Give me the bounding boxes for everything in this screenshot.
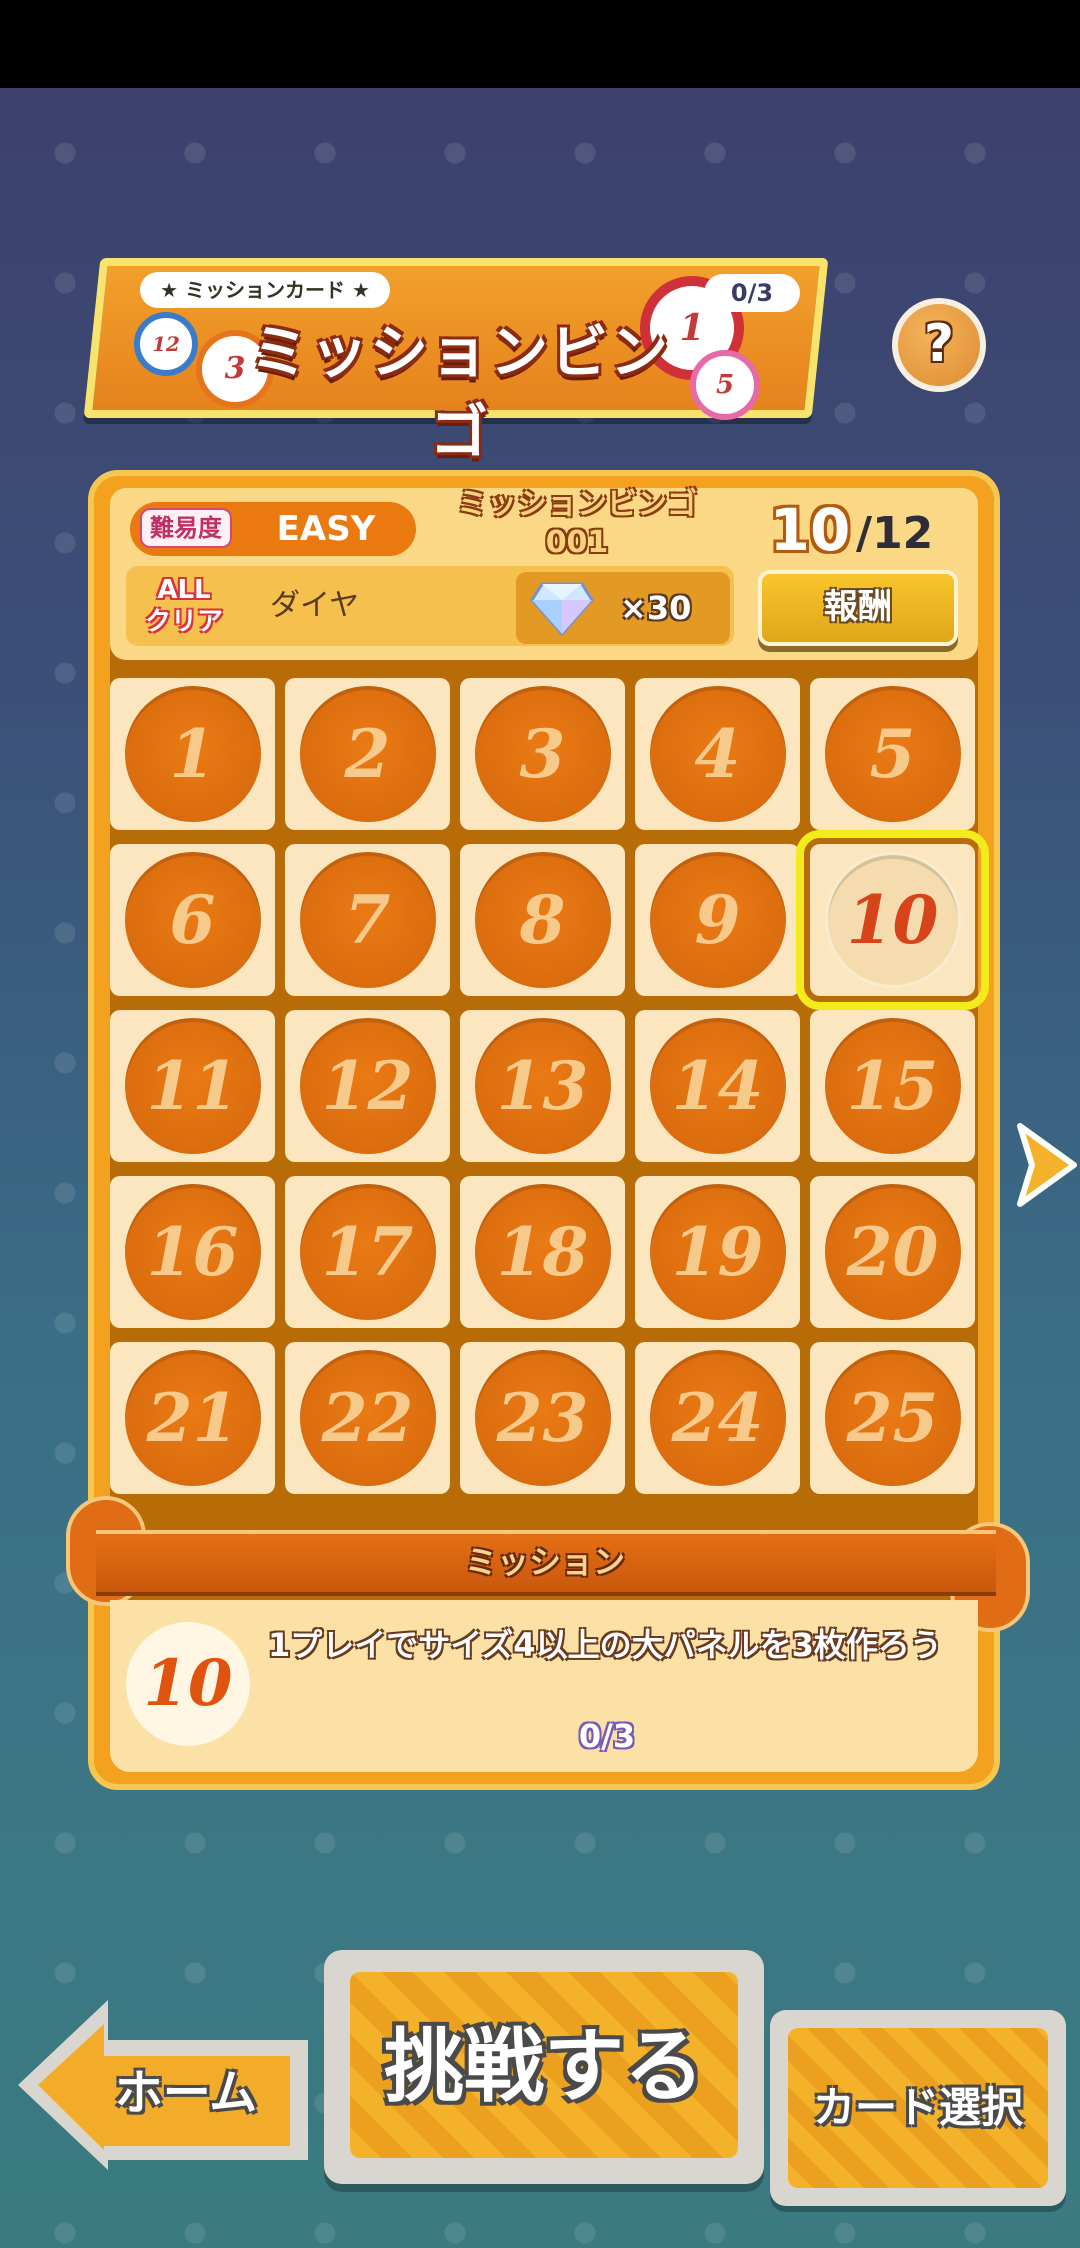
bingo-cell-number: 23 — [496, 1379, 589, 1457]
bingo-cell-14[interactable]: 14 — [635, 1010, 800, 1162]
bingo-cell-number: 4 — [694, 715, 741, 793]
bingo-cell-7[interactable]: 7 — [285, 844, 450, 996]
bingo-cell-number: 25 — [846, 1379, 939, 1457]
bingo-cell-21[interactable]: 21 — [110, 1342, 275, 1494]
bingo-cell-1[interactable]: 1 — [110, 678, 275, 830]
bingo-cell-20[interactable]: 20 — [810, 1176, 975, 1328]
title-subtitle: ★ ミッションカード ★ — [140, 272, 390, 308]
bingo-cell-24[interactable]: 24 — [635, 1342, 800, 1494]
difficulty-label: 難易度 — [140, 508, 232, 548]
bingo-cell-number: 18 — [496, 1213, 589, 1291]
bingo-cell-number: 5 — [869, 715, 916, 793]
total-count: /12 — [856, 508, 934, 559]
bingo-card-name: ミッションビンゴ 001 — [457, 487, 697, 560]
bingo-cell-number: 14 — [671, 1047, 764, 1125]
bingo-cell-number: 15 — [846, 1047, 939, 1125]
status-bar — [0, 0, 1080, 88]
all-clear-label: ALL クリア — [144, 575, 223, 637]
bingo-cell-17[interactable]: 17 — [285, 1176, 450, 1328]
diamond-icon — [530, 582, 594, 636]
bingo-cell-number: 1 — [169, 715, 216, 793]
next-page-arrow-icon[interactable] — [1014, 1120, 1080, 1210]
bingo-ball-5-icon: 5 — [690, 350, 760, 420]
bingo-cell-3[interactable]: 3 — [460, 678, 625, 830]
bingo-cell-number: 6 — [169, 881, 216, 959]
bingo-cell-number: 19 — [671, 1213, 764, 1291]
bingo-cell-number: 13 — [496, 1047, 589, 1125]
card-select-button[interactable]: カード選択 — [770, 2010, 1066, 2206]
cleared-count: 10 — [769, 496, 851, 564]
bingo-cell-number: 21 — [146, 1379, 239, 1457]
bingo-cell-15[interactable]: 15 — [810, 1010, 975, 1162]
bingo-cell-number: 16 — [146, 1213, 239, 1291]
bingo-cell-12[interactable]: 12 — [285, 1010, 450, 1162]
bingo-ball-12-icon: 12 — [134, 312, 198, 376]
difficulty-value: EASY — [276, 509, 376, 549]
reward-quantity: ×30 — [620, 589, 692, 627]
title-progress-badge: 0/3 — [704, 274, 800, 312]
bingo-cell-number: 22 — [321, 1379, 414, 1457]
bingo-cell-5[interactable]: 5 — [810, 678, 975, 830]
bingo-cell-2[interactable]: 2 — [285, 678, 450, 830]
bingo-cell-number: 10 — [846, 881, 939, 959]
mission-title: ミッション — [464, 1543, 625, 1581]
home-button-label: ホーム — [114, 2065, 258, 2121]
bingo-cell-13[interactable]: 13 — [460, 1010, 625, 1162]
bingo-cell-number: 17 — [321, 1213, 414, 1291]
challenge-button-label: 挑戦する — [384, 2020, 704, 2113]
title-text: ミッションビンゴ — [249, 318, 670, 466]
reward-button[interactable]: 報酬 — [758, 570, 958, 646]
bingo-cell-number: 7 — [344, 881, 391, 959]
mission-progress: 0/3 — [578, 1717, 636, 1755]
bingo-cell-11[interactable]: 11 — [110, 1010, 275, 1162]
bingo-cell-25[interactable]: 25 — [810, 1342, 975, 1494]
bingo-cell-number: 9 — [694, 881, 741, 959]
bingo-cell-18[interactable]: 18 — [460, 1176, 625, 1328]
mission-number: 10 — [126, 1622, 250, 1746]
reward-name: ダイヤ — [270, 588, 360, 623]
card-select-button-label: カード選択 — [812, 2083, 1023, 2132]
bingo-cell-16[interactable]: 16 — [110, 1176, 275, 1328]
bingo-cell-number: 8 — [519, 881, 566, 959]
bingo-cell-19[interactable]: 19 — [635, 1176, 800, 1328]
help-button[interactable]: ? — [892, 298, 986, 392]
challenge-button[interactable]: 挑戦する — [324, 1950, 764, 2184]
mission-description: 1プレイでサイズ4以上の大パネルを3枚作ろう — [268, 1626, 942, 1664]
bingo-cell-number: 12 — [321, 1047, 414, 1125]
bingo-cell-23[interactable]: 23 — [460, 1342, 625, 1494]
bingo-cell-22[interactable]: 22 — [285, 1342, 450, 1494]
bingo-cell-number: 2 — [344, 715, 391, 793]
bingo-cell-number: 3 — [519, 715, 566, 793]
bingo-cell-6[interactable]: 6 — [110, 844, 275, 996]
bingo-cell-number: 20 — [846, 1213, 939, 1291]
bingo-grid: 1 2 3 4 5 6 7 8 9 10 11 12 13 14 15 16 17 18 19 20 21 22 23 24 2… — [110, 678, 989, 1494]
bingo-cell-number: 11 — [146, 1047, 239, 1125]
bingo-cell-number: 24 — [671, 1379, 764, 1457]
bingo-cell-4[interactable]: 4 — [635, 678, 800, 830]
bingo-cell-8[interactable]: 8 — [460, 844, 625, 996]
bingo-cell-10[interactable]: 10 — [796, 830, 989, 1010]
bingo-cell-9[interactable]: 9 — [635, 844, 800, 996]
